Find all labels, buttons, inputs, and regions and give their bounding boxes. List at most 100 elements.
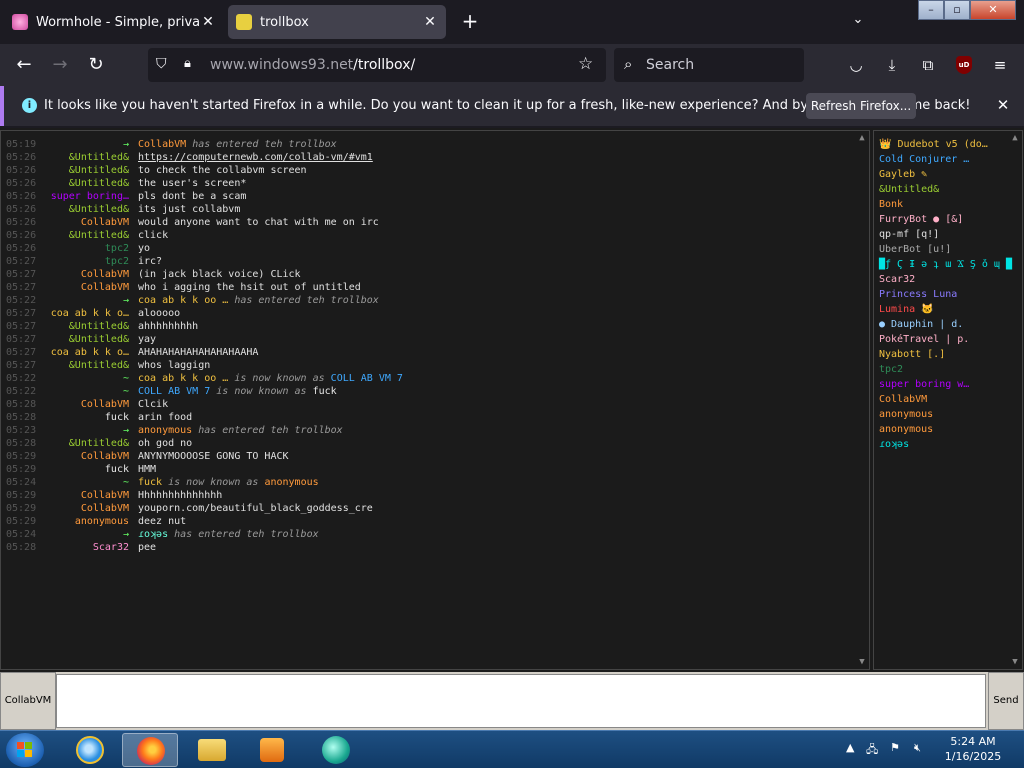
scroll-down-icon[interactable]: ▼ — [1010, 657, 1020, 667]
message-nick[interactable]: → — [29, 139, 129, 150]
message-nick[interactable]: &Untitled& — [29, 165, 129, 176]
reload-icon[interactable]: ↻ — [84, 53, 108, 77]
chat-message-row: 05:29 CollabVM ANYNYMOOOOSE GONG TO HACK — [1, 451, 861, 464]
close-window-button[interactable]: ✕ — [970, 0, 1016, 20]
scroll-down-icon[interactable]: ▼ — [857, 657, 867, 667]
message-nick[interactable]: CollabVM — [29, 269, 129, 280]
message-nick[interactable]: → — [29, 295, 129, 306]
forward-arrow-icon[interactable]: → — [48, 53, 72, 77]
message-nick[interactable]: ~ — [29, 373, 129, 384]
start-button[interactable] — [6, 733, 44, 767]
message-nick[interactable]: → — [29, 425, 129, 436]
message-nick[interactable]: tpc2 — [29, 243, 129, 254]
message-nick[interactable]: CollabVM — [29, 282, 129, 293]
message-nick[interactable]: coa ab k k o… — [29, 347, 129, 358]
scroll-up-icon[interactable]: ▲ — [1010, 133, 1020, 143]
tab-trollbox[interactable]: trollbox ✕ — [228, 5, 446, 39]
url-bar[interactable]: ⛉ 🔒︎ www.windows93.net/trollbox/ ☆ — [148, 48, 606, 82]
user-list-item[interactable]: Bonk — [879, 199, 903, 213]
back-arrow-icon[interactable]: ← — [12, 53, 36, 77]
tab-wormhole[interactable]: Wormhole - Simple, private file ✕ — [4, 5, 224, 39]
new-tab-button[interactable]: + — [458, 10, 482, 34]
maximize-button[interactable]: ▫ — [944, 0, 970, 20]
user-list-item[interactable]: tpc2 — [879, 364, 903, 378]
message-input[interactable] — [56, 674, 986, 728]
volume-muted-icon[interactable]: 🔇︎ — [914, 741, 921, 755]
message-nick[interactable]: &Untitled& — [29, 360, 129, 371]
user-list-item[interactable]: Lumina 🐱 — [879, 304, 934, 318]
ublock-origin-icon[interactable]: uD — [956, 56, 972, 74]
message-nick[interactable]: &Untitled& — [29, 321, 129, 332]
nickname-button[interactable]: CollabVM — [0, 672, 56, 730]
send-button[interactable]: Send — [988, 672, 1024, 730]
refresh-firefox-button[interactable]: Refresh Firefox... — [806, 93, 916, 119]
extensions-icon[interactable]: ⧉ — [916, 53, 940, 77]
user-list-item[interactable]: Scar32 — [879, 274, 915, 288]
user-list-item[interactable]: ● Dauphin | d. — [879, 319, 963, 333]
user-list-item[interactable]: Gayleb ✎ — [879, 169, 927, 183]
message-nick[interactable]: fuck — [29, 412, 129, 423]
user-list-item[interactable]: super boring w… — [879, 379, 969, 393]
message-text[interactable]: https://computernewb.com/collab-vm/#vm1 — [138, 152, 373, 163]
user-list-item[interactable]: ɾoʞǝs — [879, 439, 909, 453]
taskbar-app[interactable] — [308, 733, 364, 767]
message-nick[interactable]: CollabVM — [29, 451, 129, 462]
message-text: anonymous has entered teh trollbox — [138, 425, 343, 436]
user-list-item[interactable]: █ƒ Ϛ Ɨ ǝ ʇ ɯ Ϫ Ş ǒ ɰ █ — [879, 259, 1012, 273]
message-nick[interactable]: CollabVM — [29, 490, 129, 501]
message-nick[interactable]: CollabVM — [29, 217, 129, 228]
message-nick[interactable]: anonymous — [29, 516, 129, 527]
message-nick[interactable]: coa ab k k o… — [29, 308, 129, 319]
url-text[interactable]: www.windows93.net/trollbox/ — [210, 57, 415, 73]
taskbar-clock[interactable]: 5:24 AM 1/16/2025 — [930, 734, 1016, 764]
close-tab-icon[interactable]: ✕ — [200, 14, 216, 30]
chat-log[interactable]: ▲ ▼ 05:19 → CollabVM has entered teh troll… — [0, 130, 870, 670]
bookmark-star-icon[interactable]: ☆ — [578, 54, 593, 74]
message-nick[interactable]: CollabVM — [29, 399, 129, 410]
taskbar-media-player[interactable] — [244, 733, 300, 767]
message-nick[interactable]: &Untitled& — [29, 230, 129, 241]
message-nick[interactable]: &Untitled& — [29, 438, 129, 449]
search-box[interactable]: ⌕ Search — [614, 48, 804, 82]
user-list-item[interactable]: anonymous — [879, 409, 933, 423]
taskbar-firefox[interactable] — [122, 733, 178, 767]
network-icon[interactable]: 🖧︎ — [866, 741, 878, 760]
show-hidden-icons-icon[interactable]: ▲ — [846, 741, 854, 754]
user-list-item[interactable]: Nyabott [.] — [879, 349, 945, 363]
user-list-item[interactable]: Cold Conjurer … — [879, 154, 969, 168]
message-nick[interactable]: &Untitled& — [29, 334, 129, 345]
message-nick[interactable]: ~ — [29, 477, 129, 488]
message-nick[interactable]: → — [29, 529, 129, 540]
tracking-shield-icon[interactable]: ⛉ — [156, 56, 174, 74]
user-list-item[interactable]: PokéTravel | p. — [879, 334, 969, 348]
user-list-item[interactable]: UberBot [u!] — [879, 244, 951, 258]
message-nick[interactable]: super boring… — [29, 191, 129, 202]
close-tab-icon[interactable]: ✕ — [422, 14, 438, 30]
lock-icon[interactable]: 🔒︎ — [184, 56, 200, 74]
close-notification-icon[interactable]: ✕ — [994, 96, 1012, 114]
taskbar-internet-explorer[interactable] — [62, 733, 118, 767]
user-list-item[interactable]: Princess Luna — [879, 289, 957, 303]
message-nick[interactable]: Scar32 — [29, 542, 129, 553]
list-all-tabs-chevron-down-icon[interactable]: ⌄ — [848, 12, 868, 32]
user-list-item[interactable]: FurryBot ● [&] — [879, 214, 963, 228]
message-nick[interactable]: &Untitled& — [29, 178, 129, 189]
minimize-button[interactable]: – — [918, 0, 944, 20]
user-list-item[interactable]: 👑 Dudebot v5 (do… — [879, 139, 988, 153]
user-list-item[interactable]: CollabVM — [879, 394, 927, 408]
download-icon[interactable]: ⤓ — [880, 53, 904, 77]
user-list-item[interactable]: qp-mf [q!] — [879, 229, 939, 243]
user-list-item[interactable]: &Untitled& — [879, 184, 939, 198]
pocket-icon[interactable]: ◡ — [844, 53, 868, 77]
message-nick[interactable]: &Untitled& — [29, 204, 129, 215]
message-nick[interactable]: ~ — [29, 386, 129, 397]
message-nick[interactable]: fuck — [29, 464, 129, 475]
message-nick[interactable]: CollabVM — [29, 503, 129, 514]
taskbar-file-explorer[interactable] — [184, 733, 240, 767]
message-text: HMM — [138, 464, 157, 475]
message-nick[interactable]: &Untitled& — [29, 152, 129, 163]
menu-hamburger-icon[interactable]: ≡ — [988, 53, 1012, 77]
action-center-flag-icon[interactable]: ⚑ — [890, 741, 900, 754]
user-list-item[interactable]: anonymous — [879, 424, 933, 438]
message-nick[interactable]: tpc2 — [29, 256, 129, 267]
